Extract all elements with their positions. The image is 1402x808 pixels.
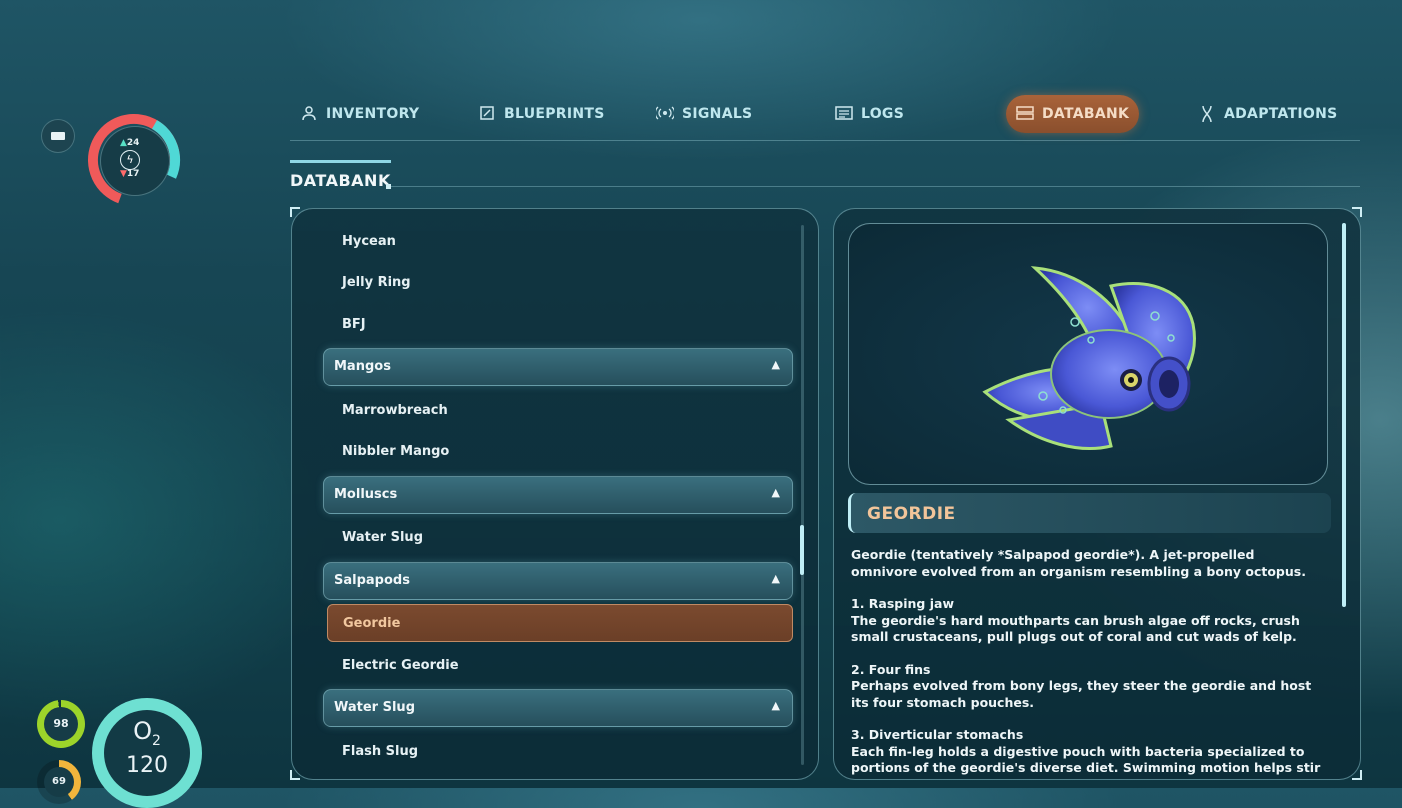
list-scroll-thumb[interactable] [800,525,804,575]
list-item[interactable]: Flash Slug [342,744,418,759]
corner-bracket [1352,770,1362,780]
page-title: DATABANK [290,160,391,190]
category-label: Mangos [334,359,391,374]
vitals-gauge: ▲24 ϟ ▼17 [86,112,182,208]
description-section: 1. Rasping jaw The geordie's hard mouthp… [851,596,1321,646]
databank-list[interactable]: Hycean Jelly Ring BFJ Mangos ▲ Marrowbre… [291,208,819,780]
battery-indicator [41,119,75,153]
list-item[interactable]: Water Slug [342,530,423,545]
title-divider-dot [386,184,391,189]
selected-item-label: Geordie [343,616,401,631]
food-readout: ▲24 [120,138,139,148]
water-readout: ▼17 [120,169,139,179]
water-down-icon: ▼ [120,169,127,179]
food-value: 24 [126,138,140,148]
list-item[interactable]: Nibbler Mango [342,444,449,459]
list-item[interactable]: Electric Geordie [342,658,459,673]
description-section: 2. Four fins Perhaps evolved from bony l… [851,662,1321,712]
section-heading: 3. Diverticular stomachs [851,727,1024,742]
corner-bracket [1352,207,1362,217]
tab-blueprints[interactable]: BLUEPRINTS [468,95,615,133]
person-icon [300,105,318,123]
tab-databank[interactable]: DATABANK [1006,95,1140,133]
tab-databank-label: DATABANK [1042,106,1130,122]
category-label: Molluscs [334,487,398,502]
category-header-salpapods[interactable]: Salpapods ▲ [323,562,793,600]
oxygen-value: 120 [126,752,168,778]
list-item[interactable]: Hycean [342,234,396,249]
oxygen-symbol: O [133,717,152,745]
tab-inventory-label: INVENTORY [326,106,420,122]
category-header-molluscs[interactable]: Molluscs ▲ [323,476,793,514]
title-divider [388,186,1360,187]
hunger-gauge: 69 [37,760,81,804]
description-intro: Geordie (tentatively *Salpapod geordie*)… [851,547,1306,579]
tab-signals-label: SIGNALS [682,106,753,122]
creature-name-bar: GEORDIE [848,493,1331,533]
description-section: 3. Diverticular stomachs Each fin-leg ho… [851,727,1321,780]
list-scrollbar[interactable] [801,225,804,765]
geordie-illustration [982,266,1196,450]
section-heading: 2. Four fins [851,661,931,677]
tab-divider [290,140,1360,141]
blueprint-icon [478,105,496,123]
oxygen-gauge: O2 120 [92,698,202,808]
water-value: 17 [126,169,140,179]
tab-logs[interactable]: LOGS [825,95,914,133]
logs-icon [835,105,853,123]
tab-logs-label: LOGS [861,106,905,122]
tab-inventory[interactable]: INVENTORY [290,95,429,133]
list-item[interactable]: Jelly Ring [342,275,411,290]
tab-adaptations-label: ADAPTATIONS [1224,106,1338,122]
creature-image-frame [848,223,1328,485]
tab-bar: INVENTORY BLUEPRINTS SIGNALS LOGS DATABA… [290,92,1360,136]
health-gauge: 98 [37,700,85,748]
battery-icon [51,132,65,140]
list-item[interactable]: BFJ [342,317,366,332]
food-up-icon: ▲ [120,138,127,148]
detail-scrollbar[interactable] [1342,223,1346,607]
energy-icon: ϟ [120,150,140,170]
section-heading: 1. Rasping jaw [851,596,954,611]
signal-icon [654,105,676,123]
oxygen-inner: O2 120 [104,710,190,796]
category-header-mangos[interactable]: Mangos ▲ [323,348,793,386]
tab-signals[interactable]: SIGNALS [646,95,762,133]
section-body: Perhaps evolved from bony legs, they ste… [851,678,1312,710]
category-label: Salpapods [334,573,410,588]
oxygen-subscript: 2 [151,732,161,749]
chevron-up-icon: ▲ [771,486,780,499]
databank-icon [1016,105,1034,123]
corner-bracket [290,770,300,780]
section-body: The geordie's hard mouthparts can brush … [851,612,1300,645]
chevron-up-icon: ▲ [771,358,780,371]
entry-detail-panel[interactable]: GEORDIE Geordie (tentatively *Salpapod g… [833,208,1361,780]
health-value: 98 [44,707,78,741]
section-body: Each fin-leg holds a digestive pouch wit… [851,743,1321,780]
dna-icon [1198,105,1216,123]
list-item[interactable]: Marrowbreach [342,403,448,418]
list-item-selected[interactable]: Geordie [327,604,793,642]
tab-adaptations[interactable]: ADAPTATIONS [1188,95,1348,133]
hunger-value: 69 [44,767,74,797]
tab-blueprints-label: BLUEPRINTS [504,106,605,122]
chevron-up-icon: ▲ [771,572,780,585]
oxygen-label: O2 [104,718,190,754]
category-label: Water Slug [334,700,415,715]
corner-bracket [290,207,300,217]
category-header-water-slug[interactable]: Water Slug ▲ [323,689,793,727]
chevron-up-icon: ▲ [771,699,780,712]
creature-description: Geordie (tentatively *Salpapod geordie*)… [851,547,1321,780]
creature-name: GEORDIE [867,504,956,524]
